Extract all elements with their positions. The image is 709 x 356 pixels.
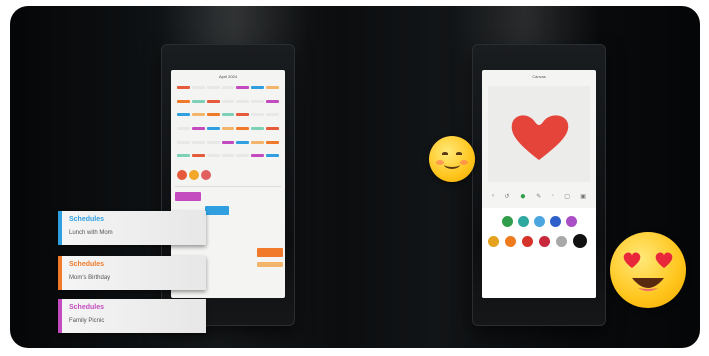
card-title: Schedules [69, 216, 105, 223]
calendar-day-cell[interactable] [221, 154, 235, 158]
calendar-day-cell[interactable] [191, 140, 205, 144]
heart-eyes-face-icon [610, 232, 686, 308]
calendar-day-cell[interactable] [251, 86, 265, 89]
calendar-day-cell[interactable] [177, 140, 190, 144]
color-swatch[interactable] [534, 216, 545, 227]
card-subtitle: Family Picnic [69, 318, 105, 324]
color-swatch[interactable] [539, 236, 550, 247]
color-swatch[interactable] [505, 236, 516, 247]
heart-eyes-drawing [623, 252, 673, 291]
calendar-day-cell[interactable] [266, 113, 279, 117]
card-title: Schedules [69, 304, 105, 311]
event-avatar [201, 170, 211, 180]
color-swatch[interactable] [488, 236, 499, 247]
calendar-day-cell[interactable] [221, 113, 235, 117]
event-avatar [177, 170, 187, 180]
calendar-day-cell[interactable] [251, 154, 265, 158]
calendar-day-cell[interactable] [221, 140, 235, 144]
emoji-blush [460, 160, 468, 165]
color-swatch[interactable] [550, 216, 561, 227]
calendar-day-cell[interactable] [191, 126, 205, 130]
card-subtitle: Mom's Birthday [69, 275, 111, 281]
schedule-card[interactable]: Schedules Mom's Birthday [58, 256, 206, 290]
calendar-grid [177, 86, 279, 166]
calendar-day-cell[interactable] [191, 154, 205, 158]
calendar-day-cell[interactable] [266, 99, 279, 103]
color-swatch[interactable] [573, 234, 587, 248]
event-avatar [189, 170, 199, 180]
calendar-day-cell[interactable] [221, 86, 235, 89]
color-swatch[interactable] [566, 216, 577, 227]
calendar-day-cell[interactable] [236, 86, 250, 89]
drawing-canvas[interactable] [488, 86, 590, 182]
calendar-day-cell[interactable] [191, 113, 205, 117]
calendar-day-cell[interactable] [191, 86, 205, 89]
schedule-card[interactable]: Schedules Lunch with Mom [58, 211, 206, 245]
fridge-right: Canvas ‹ ↺ ● ✎ ◦ ▢ ▣ [472, 44, 606, 326]
calendar-day-cell[interactable] [177, 126, 190, 130]
calendar-day-cell[interactable] [206, 126, 220, 130]
calendar-day-cell[interactable] [266, 86, 279, 89]
color-swatch[interactable] [522, 236, 533, 247]
smiling-face-icon [429, 136, 475, 182]
toolbar-tool-icon[interactable]: ✎ [536, 193, 541, 200]
calendar-day-cell[interactable] [236, 113, 250, 117]
color-swatch[interactable] [518, 216, 529, 227]
calendar-day-cell[interactable] [266, 126, 279, 130]
calendar-day-cell[interactable] [177, 99, 190, 103]
toolbar-tool-icon[interactable]: ◦ [552, 193, 554, 199]
calendar-day-cell[interactable] [206, 154, 220, 158]
toolbar-tool-icon[interactable]: ● [520, 191, 526, 202]
emoji-eye [456, 152, 462, 155]
toolbar-tool-icon[interactable]: ‹ [492, 193, 494, 199]
divider [175, 186, 281, 187]
calendar-day-cell[interactable] [236, 140, 250, 144]
toolbar-tool-icon[interactable]: ▣ [580, 193, 586, 200]
calendar-day-cell[interactable] [221, 99, 235, 103]
calendar-day-cell[interactable] [206, 86, 220, 89]
calendar-day-cell[interactable] [177, 86, 190, 89]
calendar-day-cell[interactable] [251, 113, 265, 117]
card-subtitle: Lunch with Mom [69, 230, 113, 236]
card-accent [58, 299, 62, 333]
emoji-mouth [444, 160, 460, 169]
emoji-eye [442, 152, 448, 155]
drawing-toolbar: ‹ ↺ ● ✎ ◦ ▢ ▣ [492, 191, 586, 202]
calendar-day-cell[interactable] [206, 113, 220, 117]
color-swatch[interactable] [502, 216, 513, 227]
timeline-event[interactable] [257, 248, 283, 257]
calendar-day-cell[interactable] [177, 113, 190, 117]
card-accent [58, 256, 62, 290]
card-title: Schedules [69, 261, 105, 268]
color-swatch[interactable] [556, 236, 567, 247]
product-photo: April 2024 Canvas ‹ ↺ ● ✎ ◦ ▢ ▣ Schedule… [10, 6, 700, 348]
calendar-day-cell[interactable] [206, 99, 220, 103]
timeline-event[interactable] [257, 262, 283, 267]
toolbar-tool-icon[interactable]: ↺ [504, 193, 509, 200]
calendar-day-cell[interactable] [177, 154, 190, 158]
calendar-day-cell[interactable] [266, 140, 279, 144]
timeline-event[interactable] [175, 192, 201, 201]
calendar-day-cell[interactable] [236, 99, 250, 103]
calendar-day-cell[interactable] [191, 99, 205, 103]
drawing-title: Canvas [532, 74, 546, 79]
drawing-screen: Canvas ‹ ↺ ● ✎ ◦ ▢ ▣ [482, 70, 596, 298]
calendar-day-cell[interactable] [236, 126, 250, 130]
timeline-event[interactable] [205, 206, 229, 215]
calendar-day-cell[interactable] [236, 154, 250, 158]
calendar-day-cell[interactable] [251, 99, 265, 103]
calendar-title: April 2024 [218, 74, 237, 79]
toolbar-tool-icon[interactable]: ▢ [564, 193, 570, 200]
card-accent [58, 211, 62, 245]
calendar-day-cell[interactable] [266, 154, 279, 158]
heart-drawing [511, 115, 569, 160]
schedule-card[interactable]: Schedules Family Picnic [58, 299, 206, 333]
calendar-day-cell[interactable] [221, 126, 235, 130]
calendar-day-cell[interactable] [251, 140, 265, 144]
calendar-day-cell[interactable] [206, 140, 220, 144]
calendar-day-cell[interactable] [251, 126, 265, 130]
emoji-blush [436, 160, 444, 165]
